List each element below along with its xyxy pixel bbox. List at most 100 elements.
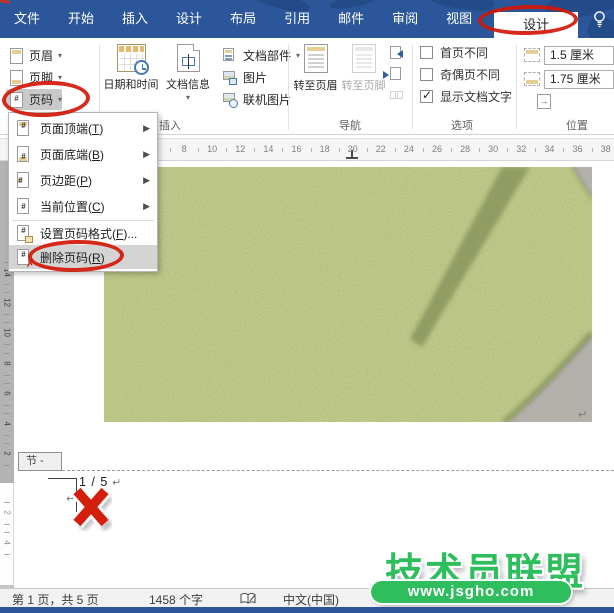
footer-from-bottom-icon — [524, 72, 540, 86]
page-info-status[interactable]: 第 1 页，共 5 页 — [12, 591, 99, 608]
insert-alignment-tab-icon[interactable]: → — [537, 94, 551, 109]
footer-from-bottom-field[interactable]: 1.75 厘米 — [544, 70, 614, 89]
checkbox-box[interactable]: ✓ — [420, 90, 433, 103]
ruler-number: 4 — [3, 537, 12, 549]
tab-layout[interactable]: 布局 — [216, 0, 270, 38]
checkbox-different-odd-even[interactable]: 奇偶页不同 — [420, 66, 500, 83]
checkbox-show-doc-text[interactable]: ✓ 显示文档文字 — [420, 88, 512, 105]
ruler-number: 30 — [485, 144, 501, 154]
ruler-number: 14 — [260, 144, 276, 154]
date-time-button[interactable]: 日期和时间 — [102, 44, 160, 112]
goto-header-label: 转至页眉 — [294, 77, 338, 93]
goto-footer-button: 转至页脚 — [340, 44, 387, 112]
navigation-group-label: 导航 — [320, 117, 380, 133]
bottom-page-number-icon: # — [16, 146, 31, 163]
word-window: 文件开始插入设计布局引用邮件审阅视图设计 页眉▾ 页脚▾ # 页码▾ 日期和时间… — [0, 0, 614, 613]
header-button[interactable]: 页眉▾ — [6, 45, 62, 66]
ruler-number: 18 — [317, 144, 333, 154]
tab-design[interactable]: 设计 — [162, 0, 216, 38]
online-pictures-label: 联机图片 — [243, 91, 291, 108]
book-proofing-icon[interactable] — [240, 592, 256, 608]
tab-review[interactable]: 审阅 — [378, 0, 432, 38]
checkbox-label: 显示文档文字 — [440, 88, 512, 105]
checkbox-box[interactable] — [420, 68, 433, 81]
checkbox-label: 奇偶页不同 — [440, 66, 500, 83]
ruler-tick — [4, 554, 10, 555]
ruler-tick — [4, 502, 10, 503]
ruler-tick — [4, 353, 10, 354]
current-page-number-icon: # — [16, 198, 31, 215]
ruler-tick — [479, 148, 480, 152]
pictures-button[interactable]: 图片 — [218, 67, 267, 88]
ruler-number: 8 — [3, 357, 12, 369]
checkbox-box[interactable] — [420, 46, 433, 59]
checkbox-label: 首页不同 — [440, 44, 488, 61]
tab-references[interactable]: 引用 — [270, 0, 324, 38]
online-pictures-button[interactable]: 联机图片 — [218, 89, 291, 110]
chevron-down-icon: ▾ — [58, 51, 62, 60]
menu-item-label: 当前位置(C) — [40, 198, 105, 215]
goto-header-button[interactable]: 转至页眉 — [292, 44, 339, 112]
submenu-arrow-icon: ▶ — [143, 175, 150, 186]
document-info-button[interactable]: 文档信息 ▾ — [161, 44, 215, 112]
ruler-tick — [198, 148, 199, 152]
menu-item-page-bottom[interactable]: #页面底端(B)▶ — [9, 141, 157, 167]
ruler-tick — [395, 148, 396, 152]
tell-me-lightbulb-icon[interactable] — [592, 10, 607, 34]
position-group-label: 位置 — [547, 117, 607, 133]
submenu-arrow-icon: ▶ — [143, 201, 150, 212]
goto-header-icon — [304, 44, 328, 73]
ruler-tick — [282, 148, 283, 152]
ruler-tick — [507, 148, 508, 152]
footer-margin-mark-horizontal — [48, 478, 77, 479]
tab-home[interactable]: 开始 — [54, 0, 108, 38]
header-from-top-field[interactable]: 1.5 厘米 — [544, 46, 614, 65]
group-separator — [412, 44, 413, 130]
ruler-tick — [4, 344, 10, 345]
ruler-number: 28 — [457, 144, 473, 154]
goto-footer-label: 转至页脚 — [342, 77, 386, 93]
menu-item-page-margins[interactable]: #页边距(P)▶ — [9, 167, 157, 193]
ruler-number: 12 — [3, 297, 12, 309]
ruler-tick — [592, 148, 593, 152]
ruler-number: 10 — [204, 144, 220, 154]
options-group-label: 选项 — [432, 117, 492, 133]
checkbox-different-first-page[interactable]: 首页不同 — [420, 44, 488, 61]
word-count-status[interactable]: 1458 个字 — [149, 591, 203, 608]
ruler-number: 6 — [3, 387, 12, 399]
ruler-tick — [4, 284, 10, 285]
calendar-clock-icon — [117, 44, 146, 72]
header-from-top-icon — [524, 48, 540, 62]
online-pictures-icon — [222, 92, 237, 107]
tab-mailings[interactable]: 邮件 — [324, 0, 378, 38]
paragraph-mark: ↵ — [578, 408, 587, 421]
options-checkboxes: 首页不同奇偶页不同 ✓ 显示文档文字 — [420, 44, 516, 114]
ruler-number: 34 — [541, 144, 557, 154]
ruler-number: 36 — [570, 144, 586, 154]
ruler-tick — [4, 314, 10, 315]
ruler-number: 26 — [429, 144, 445, 154]
menu-item-label: 页面顶端(T) — [40, 120, 103, 137]
document-grass-image[interactable] — [104, 167, 592, 422]
menu-item-page-top[interactable]: #页面顶端(T)▶ — [9, 115, 157, 141]
ruler-tick — [4, 524, 10, 525]
menu-item-current-position[interactable]: # 当前位置(C) ▶ — [9, 193, 157, 219]
footer-icon — [10, 70, 23, 86]
pictures-icon — [222, 70, 237, 85]
center-tab-marker-base — [346, 157, 358, 159]
ruler-tick — [226, 148, 227, 152]
document-info-icon — [177, 44, 200, 72]
ruler-tick — [367, 148, 368, 152]
ruler-tick — [4, 292, 10, 293]
ruler-tick — [4, 435, 10, 436]
document-info-label: 文档信息 — [166, 76, 210, 92]
tab-insert[interactable]: 插入 — [108, 0, 162, 38]
tab-file[interactable]: 文件 — [0, 0, 54, 38]
language-status[interactable]: 中文(中国) — [283, 591, 339, 608]
ruler-tick — [4, 532, 10, 533]
ruler-tick — [311, 148, 312, 152]
top-page-number-icon: # — [16, 120, 31, 137]
check-icon: ✓ — [422, 88, 432, 102]
ruler-number: 2 — [3, 448, 12, 460]
ruler-tick — [170, 148, 171, 152]
